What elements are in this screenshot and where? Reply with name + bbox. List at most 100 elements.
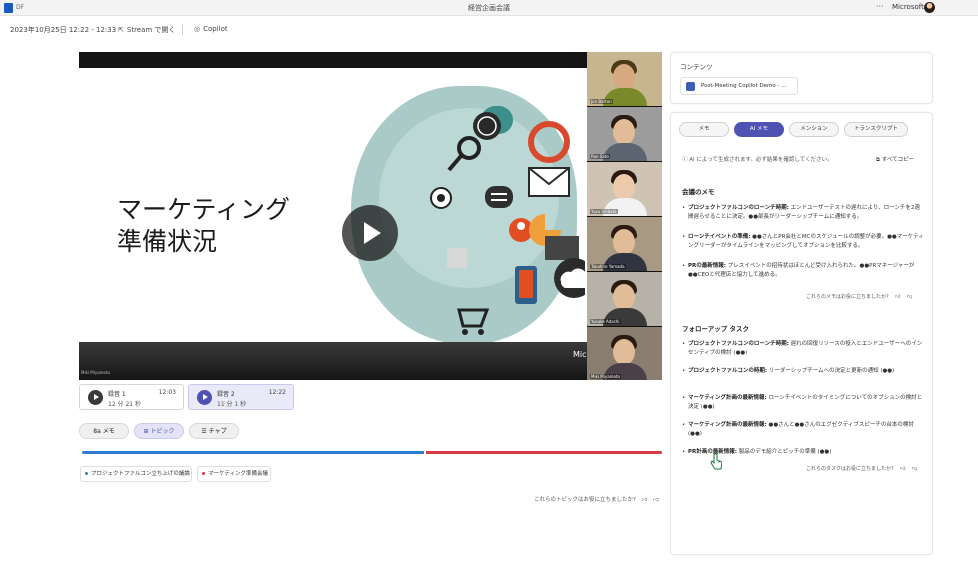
note-item: ローンチイベントの準備: ●●さんとPR会社とMCのスケジュールの調整が必要。●… bbox=[682, 233, 924, 250]
notes-section-title: 会議のメモ bbox=[682, 188, 715, 196]
video-controls-bar bbox=[79, 342, 587, 380]
participant-tile: Ron Sato bbox=[587, 107, 662, 162]
tab-transcript-label: トランスクリプト bbox=[854, 126, 898, 132]
avatar[interactable] bbox=[924, 2, 935, 13]
tasks-feedback: これらのタスクはお役に立ちましたか? 👍︎ 👎︎ bbox=[806, 465, 917, 472]
note-item: プロジェクトファルコンのローンチ時期: エンドユーザーテストの遅れにより、ローン… bbox=[682, 204, 924, 221]
thumbs-up-icon[interactable]: 👍︎ bbox=[900, 466, 905, 472]
note-item: PRの最新情報: プレスイベントの招待状はほとんど受け入れられた。●●PRマネー… bbox=[682, 262, 924, 279]
task-item: プロジェクトファルコンのローンチ時期: 遅れの回復リソースの投入とエンドユーザー… bbox=[682, 340, 924, 357]
file-name: Post-Meeting Copilot Demo - ... bbox=[701, 83, 787, 89]
content-header: コンテンツ bbox=[680, 63, 713, 71]
open-in-stream-button[interactable]: ⇱ Stream で開く bbox=[118, 25, 175, 35]
topic-segment-2[interactable] bbox=[426, 451, 662, 454]
recording-duration: 11 分 1 秒 bbox=[217, 401, 247, 408]
presenter-name: Miki Miyamoto bbox=[81, 370, 111, 375]
slide-title-line-2: 準備状況 bbox=[117, 227, 218, 256]
task-heading: マーケティング計画の最新情報: bbox=[688, 395, 767, 401]
cart-icon bbox=[457, 308, 490, 328]
topic-color-dot bbox=[202, 472, 205, 475]
note-heading: プロジェクトファルコンのローンチ時期: bbox=[688, 205, 789, 211]
feedback-question: これらのメモはお役に立ちましたか? bbox=[806, 294, 889, 300]
document-icon bbox=[686, 82, 695, 91]
participant-name: Ron Sato bbox=[590, 154, 610, 159]
thumbs-down-icon[interactable]: 👎︎ bbox=[912, 466, 917, 472]
recording-chapter[interactable]: 録音 2 11 分 1 秒 12:22 bbox=[188, 384, 294, 410]
thumbs-up-icon[interactable]: 👍︎ bbox=[895, 294, 900, 300]
video-player[interactable]: マーケティング 準備状況 Miki Miyamoto Microsoft Str… bbox=[79, 52, 662, 380]
magnifier-icon bbox=[457, 136, 481, 160]
tab-topics-label: トピック bbox=[150, 428, 175, 435]
tab-notes[interactable]: 8a メモ bbox=[79, 423, 129, 439]
participant-name: Miki Miyamoto bbox=[590, 374, 622, 379]
gear-icon bbox=[447, 248, 467, 268]
topics-feedback: これらのトピックはお役に立ちましたか? 👍︎ 👎︎ bbox=[534, 495, 659, 503]
tab-mentions-label: メンション bbox=[800, 126, 828, 132]
thumbs-up-icon[interactable]: 👍︎ bbox=[642, 497, 648, 503]
participant-tile: Yuzu Shibata bbox=[587, 162, 662, 217]
topic-chip[interactable]: プロジェクトファルコン立ち上げの議論 bbox=[80, 466, 192, 482]
tab-chapters[interactable]: ☰ チャプ bbox=[189, 423, 239, 439]
thumbs-down-icon[interactable]: 👎︎ bbox=[907, 294, 912, 300]
chapter-icon: ☰ bbox=[201, 428, 209, 435]
presentation-slide: マーケティング 準備状況 bbox=[79, 68, 587, 358]
note-heading: ローンチイベントの準備: bbox=[688, 234, 751, 240]
notes-feedback: これらのメモはお役に立ちましたか? 👍︎ 👎︎ bbox=[806, 293, 912, 300]
ai-notice-text: AI によって生成されます。必ず結果を確認してください。 bbox=[689, 157, 833, 163]
message-icon bbox=[485, 186, 513, 208]
tab-mentions[interactable]: メンション bbox=[789, 122, 839, 137]
task-item: マーケティング計画の最新情報: ローンチイベントのタイミングについてのオプション… bbox=[682, 394, 924, 411]
topic-chip[interactable]: マーケティング準備会議 bbox=[197, 466, 271, 482]
tab-memo-label: メモ bbox=[698, 126, 710, 132]
slide-title-line-1: マーケティング bbox=[117, 195, 291, 224]
participant-tiles: Jon Barton Ron Sato Yuzu Shibata Takahir… bbox=[587, 52, 662, 380]
refresh-icon bbox=[528, 121, 570, 163]
tab-memo[interactable]: メモ bbox=[679, 122, 729, 137]
copilot-button[interactable]: ◎ Copilot bbox=[194, 25, 228, 33]
task-text: リーダーシップチームへの決定と更新の通知 (●●) bbox=[767, 368, 895, 374]
more-options-icon[interactable]: ··· bbox=[876, 2, 884, 11]
tab-notes-label: 8a メモ bbox=[93, 428, 115, 435]
recording-time: 12:03 bbox=[158, 389, 176, 396]
participant-tile: Takahiro Yamada bbox=[587, 217, 662, 272]
window-titlebar: DF 経営企画会議 ··· Microsoft bbox=[0, 0, 978, 16]
divider bbox=[182, 24, 183, 35]
play-icon[interactable] bbox=[342, 205, 398, 261]
task-heading: プロジェクトファルコンの時期: bbox=[688, 368, 768, 374]
recording-label: 録音 1 bbox=[108, 391, 126, 398]
tab-transcript[interactable]: トランスクリプト bbox=[844, 122, 908, 137]
task-text: 製品のデモ紹介とピッチの準備 (●●) bbox=[736, 449, 832, 455]
globe-icon bbox=[473, 112, 501, 140]
participant-tile: Miki Miyamoto bbox=[587, 327, 662, 380]
recording-chapter[interactable]: 録音 1 12 分 21 秒 12:03 bbox=[79, 384, 184, 410]
notes-panel bbox=[670, 112, 933, 555]
play-icon[interactable] bbox=[88, 390, 103, 405]
meeting-date: 2023年10月25日 12:22 - 12:33 bbox=[10, 26, 117, 34]
topic-color-dot bbox=[85, 472, 88, 475]
copilot-icon: ◎ bbox=[194, 25, 201, 33]
participant-tile: Jon Barton bbox=[587, 52, 662, 107]
tab-ai-memo-label: AI メモ bbox=[749, 126, 769, 132]
thumbs-down-icon[interactable]: 👎︎ bbox=[653, 497, 659, 503]
task-item: マーケティング計画の最新情報: ●●さんと●●さんのエグゼクティブスピーチの台本… bbox=[682, 421, 924, 438]
followup-section-title: フォローアップ タスク bbox=[682, 325, 750, 333]
play-icon[interactable] bbox=[197, 390, 212, 405]
recording-label: 録音 2 bbox=[217, 391, 235, 398]
topic-label: マーケティング準備会議 bbox=[208, 471, 269, 477]
copy-all-button[interactable]: ⧉ すべてコピー bbox=[876, 155, 914, 164]
file-attachment[interactable]: Post-Meeting Copilot Demo - ... bbox=[680, 77, 798, 95]
laptop-icon bbox=[545, 236, 579, 260]
topic-segment-1[interactable] bbox=[82, 451, 424, 454]
participant-name: Takahiro Yamada bbox=[590, 264, 626, 269]
ai-notice: ⓘ AI によって生成されます。必ず結果を確認してください。 bbox=[682, 155, 833, 163]
account-name[interactable]: Microsoft bbox=[892, 3, 924, 11]
tab-chapters-label: チャプ bbox=[208, 428, 227, 435]
feedback-question: これらのタスクはお役に立ちましたか? bbox=[806, 466, 894, 472]
open-in-stream-label: Stream で開く bbox=[126, 26, 176, 34]
participant-name: Jon Barton bbox=[590, 99, 613, 104]
copy-all-label: すべてコピー bbox=[881, 157, 915, 163]
recording-time: 12:22 bbox=[268, 389, 286, 396]
tab-ai-memo[interactable]: AI メモ bbox=[734, 122, 784, 137]
meeting-info-bar: 2023年10月25日 12:22 - 12:33 ⇱ Stream で開く ◎ C… bbox=[0, 17, 978, 42]
tab-topics[interactable]: ⊞ トピック bbox=[134, 423, 184, 439]
